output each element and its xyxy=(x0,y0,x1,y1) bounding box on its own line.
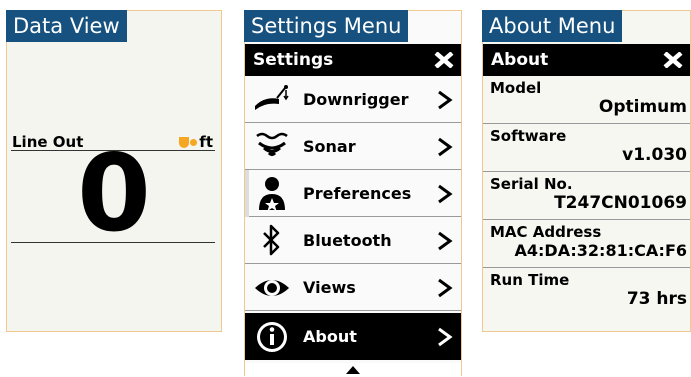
settings-title-bar: Settings xyxy=(245,44,461,76)
about-value: 73 hrs xyxy=(626,289,687,309)
about-key: Model xyxy=(490,79,542,97)
chevron-right-icon xyxy=(437,231,453,251)
about-key: MAC Address xyxy=(490,223,602,241)
line-out-value: 0 xyxy=(77,132,151,255)
chevron-right-icon xyxy=(437,278,453,298)
chevron-up-icon xyxy=(346,366,360,374)
about-title: About xyxy=(491,50,549,70)
chevron-right-icon xyxy=(437,184,453,204)
sonar-icon xyxy=(253,129,291,165)
about-row-mac: MAC Address A4:DA:32:81:CA:F6 xyxy=(483,220,690,268)
settings-title: Settings xyxy=(253,50,334,70)
menu-item-preferences[interactable]: Preferences xyxy=(245,170,461,217)
eye-icon xyxy=(253,270,291,306)
menu-item-about[interactable]: About xyxy=(245,313,461,360)
about-row-serial: Serial No. T247CN01069 xyxy=(483,172,690,220)
settings-menu-panel: Settings Downrigger Sonar Preferences Bl… xyxy=(244,10,462,377)
menu-item-sonar[interactable]: Sonar xyxy=(245,123,461,170)
settings-menu-tag: Settings Menu xyxy=(244,10,409,42)
about-value: v1.030 xyxy=(622,145,687,165)
about-row-model: Model Optimum xyxy=(483,76,690,124)
about-title-bar: About xyxy=(483,44,690,76)
about-menu-panel: About Model Optimum Software v1.030 Seri… xyxy=(482,10,691,332)
preferences-icon xyxy=(253,176,291,212)
about-key: Serial No. xyxy=(490,175,573,193)
about-menu-tag: About Menu xyxy=(482,10,623,42)
info-icon xyxy=(253,319,291,355)
chevron-right-icon xyxy=(437,137,453,157)
about-value: Optimum xyxy=(598,97,687,117)
chevron-right-icon xyxy=(437,90,453,110)
menu-item-bluetooth[interactable]: Bluetooth xyxy=(245,217,461,264)
about-value: T247CN01069 xyxy=(554,193,687,213)
divider xyxy=(11,242,215,243)
chevron-right-icon xyxy=(437,327,453,347)
menu-item-label: Sonar xyxy=(303,137,356,156)
about-key: Run Time xyxy=(490,271,570,289)
menu-item-views[interactable]: Views xyxy=(245,264,461,311)
scroll-indicator[interactable] xyxy=(245,363,461,377)
downrigger-icon xyxy=(253,82,291,118)
about-row-software: Software v1.030 xyxy=(483,124,690,172)
data-view-panel: Line Out ft 0 xyxy=(6,10,222,332)
close-icon[interactable] xyxy=(661,44,685,76)
data-view-tag: Data View xyxy=(6,10,127,42)
about-key: Software xyxy=(490,127,567,145)
about-row-runtime: Run Time 73 hrs xyxy=(483,268,690,316)
menu-item-label: Views xyxy=(303,278,356,297)
about-value: A4:DA:32:81:CA:F6 xyxy=(514,241,687,260)
bluetooth-icon xyxy=(253,223,291,259)
menu-item-label: Downrigger xyxy=(303,90,409,109)
menu-item-label: Bluetooth xyxy=(303,231,392,250)
menu-item-downrigger[interactable]: Downrigger xyxy=(245,76,461,123)
menu-item-label: About xyxy=(303,327,357,346)
menu-item-label: Preferences xyxy=(303,184,412,203)
close-icon[interactable] xyxy=(432,44,456,76)
row-marker xyxy=(245,170,249,217)
